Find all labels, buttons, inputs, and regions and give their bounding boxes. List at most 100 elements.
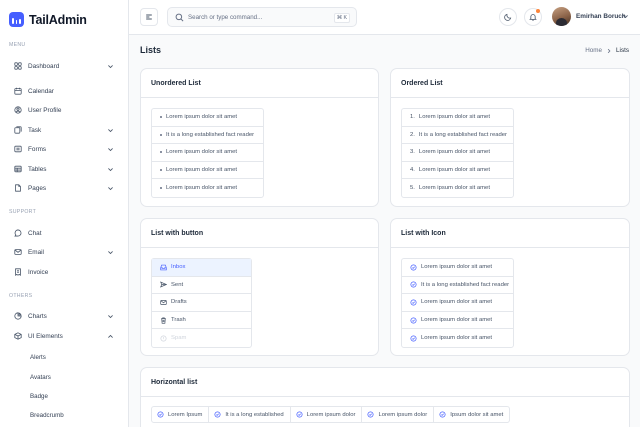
- sidebar-item-tables[interactable]: Tables: [14, 162, 116, 176]
- support-section-label: SUPPORT: [9, 209, 37, 215]
- sidebar-toggle-button[interactable]: [140, 8, 158, 26]
- send-icon: [160, 281, 167, 289]
- sidebar-item-label: UI Elements: [28, 332, 63, 340]
- list-item: 1. Lorem ipsum dolor sit amet: [402, 109, 513, 127]
- check-circle-icon: [157, 411, 164, 418]
- list-item: Lorem ipsum dolor sit amet: [402, 329, 513, 347]
- icon-list: Lorem ipsum dolor sit amet It is a long …: [401, 258, 514, 348]
- sidebar-subitem-avatars[interactable]: Avatars: [30, 374, 51, 381]
- search-icon: [175, 13, 184, 22]
- list-button-drafts[interactable]: Drafts: [152, 294, 251, 312]
- card-title: List with button: [141, 219, 378, 248]
- horizontal-list-card: Horizontal list Lorem Ipsum It is a long…: [140, 367, 630, 427]
- sidebar: TailAdmin MENU Dashboard Calendar User P…: [0, 0, 129, 427]
- task-icon: [14, 126, 22, 134]
- sidebar-subitem-alerts[interactable]: Alerts: [30, 354, 46, 361]
- breadcrumb: Home Lists: [585, 47, 629, 54]
- theme-toggle-button[interactable]: [499, 8, 517, 26]
- check-circle-icon: [439, 411, 446, 418]
- unordered-list: Lorem ipsum dolor sit amet It is a long …: [151, 108, 264, 198]
- sidebar-item-charts[interactable]: Charts: [14, 309, 116, 323]
- sidebar-item-dashboard[interactable]: Dashboard: [14, 59, 116, 73]
- list-item: Lorem ipsum dolor sit amet: [152, 179, 263, 197]
- mail-icon: [14, 249, 22, 255]
- sidebar-item-task[interactable]: Task: [14, 123, 116, 137]
- list-item: Ipsum dolor sit amet: [434, 407, 509, 422]
- list-item: 2. It is a long established fact reader: [402, 127, 513, 145]
- sidebar-item-calendar[interactable]: Calendar: [14, 84, 116, 98]
- list-with-button-card: List with button Inbox Sent Drafts Trash…: [140, 218, 379, 356]
- inbox-icon: [160, 264, 167, 271]
- check-circle-icon: [410, 335, 417, 342]
- sidebar-subitem-breadcrumb[interactable]: Breadcrumb: [30, 412, 64, 419]
- list-button-spam: Spam: [152, 329, 251, 347]
- ordered-list: 1. Lorem ipsum dolor sit amet 2. It is a l…: [401, 108, 514, 198]
- sidebar-item-invoice[interactable]: Invoice: [14, 265, 116, 279]
- pie-chart-icon: [14, 312, 22, 320]
- sidebar-item-label: Dashboard: [28, 62, 60, 70]
- check-circle-icon: [410, 264, 417, 271]
- list-with-icon-card: List with Icon Lorem ipsum dolor sit ame…: [390, 218, 630, 356]
- sidebar-item-label: Chat: [28, 229, 42, 237]
- mail-icon: [160, 300, 167, 305]
- chevron-down-icon: [108, 168, 113, 172]
- list-button-sent[interactable]: Sent: [152, 277, 251, 295]
- chevron-down-icon: [108, 251, 113, 255]
- chevron-up-icon: [108, 334, 113, 338]
- check-circle-icon: [410, 281, 417, 288]
- chevron-down-icon: [108, 187, 113, 191]
- sidebar-item-label: Pages: [28, 184, 47, 192]
- notifications-button[interactable]: [524, 8, 542, 26]
- list-item: Lorem ipsum dolor sit amet: [402, 312, 513, 330]
- card-title: Ordered List: [391, 69, 629, 98]
- sidebar-subitem-badge[interactable]: Badge: [30, 393, 48, 400]
- check-circle-icon: [214, 411, 221, 418]
- card-title: Horizontal list: [141, 368, 629, 397]
- card-title: List with Icon: [391, 219, 629, 248]
- sidebar-item-label: Calendar: [28, 87, 54, 95]
- notification-dot: [536, 9, 540, 13]
- list-item: It is a long established: [209, 407, 291, 422]
- unordered-list-card: Unordered List Lorem ipsum dolor sit ame…: [140, 68, 379, 207]
- list-item: It is a long established fact reader: [402, 277, 513, 295]
- invoice-icon: [15, 268, 21, 276]
- list-item: 3. Lorem ipsum dolor sit amet: [402, 144, 513, 162]
- menu-icon: [146, 14, 152, 20]
- chevron-down-icon: [108, 315, 113, 319]
- sidebar-item-label: Tables: [28, 165, 47, 173]
- list-button-trash[interactable]: Trash: [152, 312, 251, 330]
- menu-section-label: MENU: [9, 42, 26, 48]
- list-button-inbox[interactable]: Inbox: [152, 259, 251, 277]
- page-title: Lists: [140, 45, 162, 55]
- chevron-down-icon[interactable]: [622, 13, 629, 20]
- grid-icon: [14, 62, 22, 70]
- sidebar-item-label: Forms: [28, 145, 47, 153]
- sidebar-item-email[interactable]: Email: [14, 245, 116, 259]
- sidebar-item-user-profile[interactable]: User Profile: [14, 103, 116, 117]
- top-header: Search or type command... ⌘ K Emirhan Bo…: [129, 0, 640, 35]
- sidebar-item-label: Invoice: [28, 268, 49, 276]
- trash-icon: [161, 317, 166, 324]
- chevron-down-icon: [108, 129, 113, 133]
- list-item: Lorem ipsum dolor sit amet: [152, 144, 263, 162]
- breadcrumb-home[interactable]: Home: [585, 47, 602, 54]
- chevron-down-icon: [108, 65, 113, 69]
- chat-icon: [14, 229, 22, 237]
- sidebar-item-pages[interactable]: Pages: [14, 181, 116, 195]
- sidebar-item-ui-elements[interactable]: UI Elements: [14, 329, 116, 343]
- others-section-label: OTHERS: [9, 293, 33, 299]
- sidebar-item-chat[interactable]: Chat: [14, 226, 116, 240]
- brand-logo[interactable]: TailAdmin: [9, 12, 87, 27]
- avatar[interactable]: [552, 7, 571, 26]
- button-list: Inbox Sent Drafts Trash Spam: [151, 258, 252, 348]
- search-input[interactable]: Search or type command... ⌘ K: [167, 7, 357, 27]
- chevron-down-icon: [108, 148, 113, 152]
- sidebar-item-label: Charts: [28, 312, 47, 320]
- list-item: It is a long established fact reader: [152, 127, 263, 145]
- user-name[interactable]: Emirhan Boruch: [576, 13, 626, 20]
- list-item: Lorem Ipsum: [152, 407, 210, 422]
- chevron-right-icon: [607, 48, 611, 53]
- check-circle-icon: [296, 411, 303, 418]
- calendar-icon: [14, 87, 22, 95]
- sidebar-item-forms[interactable]: Forms: [14, 142, 116, 156]
